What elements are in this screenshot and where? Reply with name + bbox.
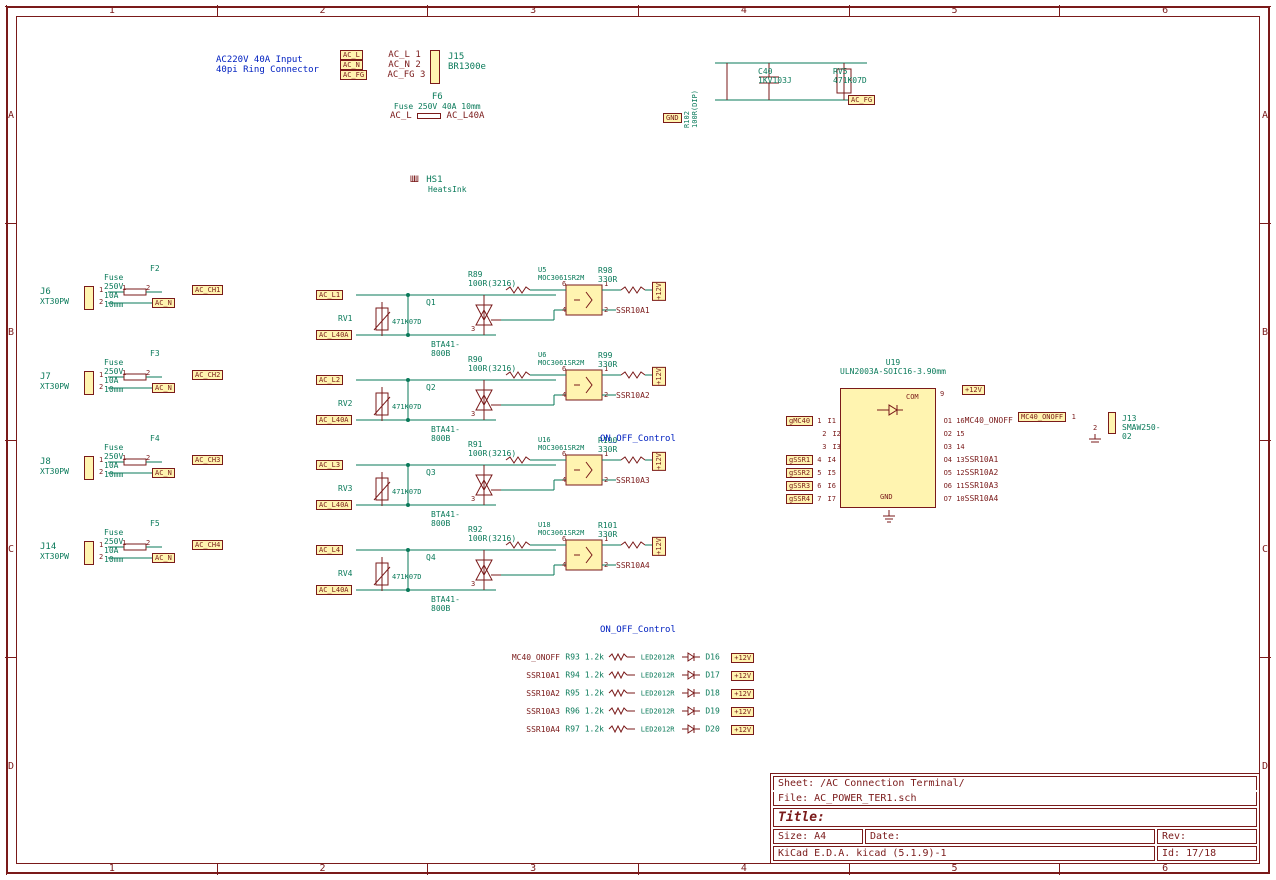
onoff-label2: ON_OFF_Control <box>600 625 676 635</box>
title-gen: KiCad E.D.A. kicad (5.1.9)-1 <box>773 846 1155 861</box>
led-row-2: SSR10A2 R95 1.2k LED2012R D18 +12V <box>502 688 754 699</box>
led-row-3: SSR10A3 R96 1.2k LED2012R D19 +12V <box>502 706 754 717</box>
led-row-0: MC40_ONOFF R93 1.2k LED2012R D16 +12V <box>502 652 754 663</box>
ruler-bottom: 123 456 <box>6 863 1270 875</box>
ruler-top: 123 456 <box>6 5 1270 17</box>
title-rev: Rev: <box>1157 829 1257 844</box>
title-label: Title: <box>773 808 1257 827</box>
header-note: AC220V 40A Input 40pi Ring Connector <box>216 56 319 76</box>
f6-fuse: F6 Fuse 250V 40A 10mm AC_L AC_L40A <box>390 92 484 121</box>
rc-snubber: GND R102 100R(DIP) C401KV103J RV5471K07D… <box>663 55 877 123</box>
netlabel-ac-n: AC_N <box>340 60 363 70</box>
netlabel-ac-fg2: AC_FG <box>848 95 875 105</box>
heatsink: ШШ HS1 HeatsInk <box>410 175 467 195</box>
j15-val: BR1300e <box>448 62 486 72</box>
u19-chip: U19ULN2003A-SOIC16-3.90mm COM GND 9 +12V… <box>790 358 946 376</box>
netlabel-ac-fg: AC_FG <box>340 70 367 80</box>
netlabel-mc40: MC40_ONOFF <box>1018 412 1066 422</box>
j15-connector: AC_L AC_L 1 AC_N AC_N 2 AC_FG AC_FG 3 J1… <box>340 50 425 80</box>
j13-connector: MC40_ONOFF 1 2 J13SMAW250-02 <box>1018 412 1076 422</box>
ruler-right: ABCD <box>1259 6 1271 874</box>
netlabel-gnd: GND <box>663 113 682 123</box>
title-sheet: Sheet: /AC Connection Terminal/ <box>773 776 1257 790</box>
title-size: Size: A4 <box>773 829 863 844</box>
title-date: Date: <box>865 829 1155 844</box>
netlabel-ac-l: AC_L <box>340 50 363 60</box>
title-id: Id: 17/18 <box>1157 846 1257 861</box>
title-block: Sheet: /AC Connection Terminal/ File: AC… <box>770 773 1260 864</box>
j15-ref: J15 <box>448 52 464 62</box>
onoff-label1: ON_OFF_Control <box>600 434 676 444</box>
led-row-4: SSR10A4 R97 1.2k LED2012R D20 +12V <box>502 724 754 735</box>
led-row-1: SSR10A1 R94 1.2k LED2012R D17 +12V <box>502 670 754 681</box>
ruler-left: ABCD <box>5 6 17 874</box>
title-file: File: AC_POWER_TER1.sch <box>773 792 1257 806</box>
